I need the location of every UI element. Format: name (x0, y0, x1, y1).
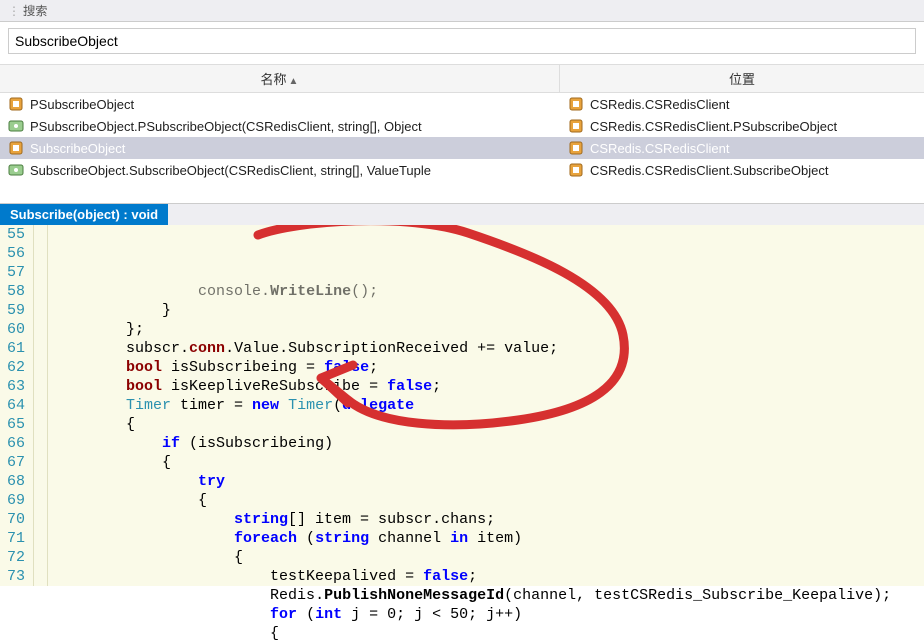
code-line: } (54, 301, 924, 320)
column-location-header[interactable]: 位置 (560, 65, 924, 92)
code-line: Timer timer = new Timer(delegate (54, 396, 924, 415)
code-line: { (54, 491, 924, 510)
results-header: 名称▲ 位置 (0, 64, 924, 93)
result-row[interactable]: SubscribeObject CSRedis.CSRedisClient (0, 137, 924, 159)
result-row[interactable]: SubscribeObject.SubscribeObject(CSRedisC… (0, 159, 924, 181)
fold-column (34, 225, 48, 586)
search-panel-header: ⋮⋮ 搜索 (0, 0, 924, 22)
search-input[interactable] (8, 28, 916, 54)
code-line: try (54, 472, 924, 491)
result-row[interactable]: PSubscribeObject CSRedis.CSRedisClient (0, 93, 924, 115)
code-line: { (54, 548, 924, 567)
code-line: for (int j = 0; j < 50; j++) (54, 605, 924, 624)
code-line: foreach (string channel in item) (54, 529, 924, 548)
code-line: { (54, 624, 924, 643)
result-location: CSRedis.CSRedisClient.PSubscribeObject (590, 119, 837, 134)
search-label: 搜索 (23, 4, 47, 18)
code-line: subscr.conn.Value.SubscriptionReceived +… (54, 339, 924, 358)
result-location: CSRedis.CSRedisClient (590, 141, 729, 156)
result-name: SubscribeObject.SubscribeObject(CSRedisC… (30, 163, 431, 178)
result-location: CSRedis.CSRedisClient (590, 97, 729, 112)
code-editor[interactable]: 55565758596061626364656667686970717273 c… (0, 225, 924, 586)
code-line: }; (54, 320, 924, 339)
code-line: string[] item = subscr.chans; (54, 510, 924, 529)
code-line: bool isSubscribeing = false; (54, 358, 924, 377)
code-content[interactable]: console.WriteLine(); } }; subscr.conn.Va… (48, 225, 924, 586)
result-name: PSubscribeObject.PSubscribeObject(CSRedi… (30, 119, 422, 134)
line-gutter: 55565758596061626364656667686970717273 (0, 225, 34, 586)
result-name: SubscribeObject (30, 141, 125, 156)
code-line: console.WriteLine(); (54, 282, 924, 301)
code-line: { (54, 453, 924, 472)
code-line: if (isSubscribeing) (54, 434, 924, 453)
column-name-header[interactable]: 名称▲ (0, 65, 560, 92)
code-line: testKeepalived = false; (54, 567, 924, 586)
code-area: Subscribe(object) : void 555657585960616… (0, 203, 924, 586)
breadcrumb-method[interactable]: Subscribe(object) : void (0, 204, 168, 225)
grip-icon: ⋮⋮ (8, 4, 16, 18)
code-line: { (54, 415, 924, 434)
sort-asc-icon: ▲ (289, 76, 299, 87)
results-list: PSubscribeObjectCSRedis.CSRedisClientPSu… (0, 93, 924, 181)
code-line: Redis.PublishNoneMessageId(channel, test… (54, 586, 924, 605)
result-row[interactable]: PSubscribeObject.PSubscribeObject(CSRedi… (0, 115, 924, 137)
code-line: bool isKeepliveReSubscribe = false; (54, 377, 924, 396)
search-input-container (0, 22, 924, 64)
result-location: CSRedis.CSRedisClient.SubscribeObject (590, 163, 828, 178)
result-name: PSubscribeObject (30, 97, 134, 112)
